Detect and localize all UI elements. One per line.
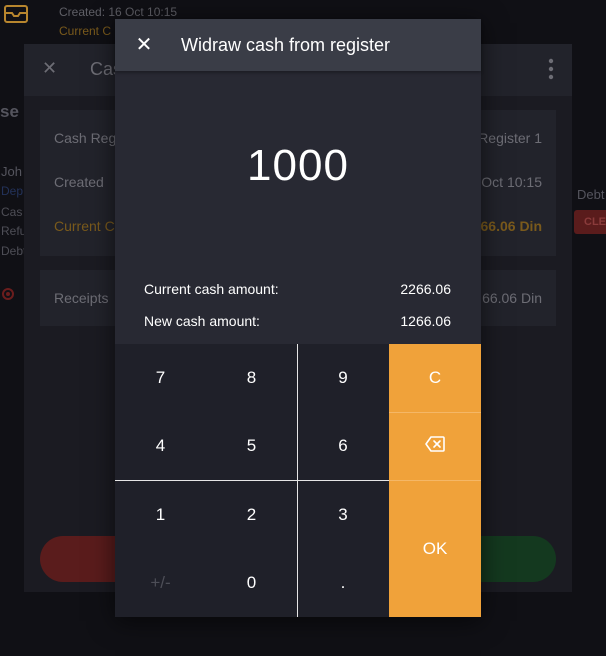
key-8[interactable]: 8 <box>206 344 297 412</box>
bg-left-name: Joh <box>1 164 22 179</box>
key-divider <box>389 480 481 481</box>
bg-debt-label: Debt <box>577 187 605 202</box>
key-divider <box>389 412 481 413</box>
dialog-header: ✕ Widraw cash from register <box>115 19 481 71</box>
bg-left-debt: Debt <box>1 244 27 258</box>
bg-row-value: 66.06 Din <box>480 218 542 234</box>
bg-radio-button <box>2 288 14 300</box>
withdraw-cash-dialog: ✕ Widraw cash from register 1000 Current… <box>115 19 481 617</box>
bg-row-value: Oct 10:15 <box>481 174 542 190</box>
key-2[interactable]: 2 <box>206 481 297 549</box>
backspace-button[interactable] <box>389 412 481 480</box>
bg-close-icon: ✕ <box>42 58 58 78</box>
bg-left-cas: Cas <box>1 205 23 219</box>
keypad-divider-horizontal <box>115 480 389 481</box>
bg-current-text: Current C <box>59 24 112 38</box>
new-cash-label: New cash amount: <box>144 313 260 329</box>
current-cash-label: Current cash amount: <box>144 281 279 297</box>
bg-created-text: Created: 16 Oct 10:15 <box>59 5 178 19</box>
bg-section-title: se <box>0 102 19 121</box>
key-9[interactable]: 9 <box>297 344 389 412</box>
key-6[interactable]: 6 <box>297 412 389 480</box>
numeric-keypad: 7 8 9 C 4 5 6 1 2 3 +/- 0 . OK <box>115 344 481 617</box>
key-0[interactable]: 0 <box>206 549 297 617</box>
close-icon[interactable]: ✕ <box>133 34 155 56</box>
cash-register-icon <box>2 2 30 24</box>
bg-left-dep: Dep <box>1 184 24 198</box>
key-1[interactable]: 1 <box>115 481 206 549</box>
more-vertical-icon <box>548 58 554 80</box>
plus-minus-key: +/- <box>150 573 171 592</box>
key-7[interactable]: 7 <box>115 344 206 412</box>
bg-row-label: Cash Reg <box>54 130 117 146</box>
bg-left-refu: Refu <box>1 224 27 238</box>
dialog-title: Widraw cash from register <box>181 35 391 55</box>
ok-button[interactable]: OK <box>389 480 481 617</box>
bg-row-value: Register 1 <box>478 130 542 146</box>
key-5[interactable]: 5 <box>206 412 297 480</box>
backspace-icon <box>425 435 445 457</box>
bg-row-label: Current C <box>54 218 115 234</box>
new-cash-value: 1266.06 <box>400 313 451 329</box>
bg-receipts-label: Receipts <box>54 290 109 306</box>
bg-clear-button: CLE <box>574 210 606 234</box>
bg-receipts-value: 66.06 Din <box>482 290 542 306</box>
amount-display: 1000 <box>247 141 349 190</box>
bg-row-label: Created <box>54 174 104 190</box>
key-3[interactable]: 3 <box>297 481 389 549</box>
key-4[interactable]: 4 <box>115 412 206 480</box>
clear-button[interactable]: C <box>389 344 481 412</box>
decimal-key[interactable]: . <box>297 549 389 617</box>
current-cash-value: 2266.06 <box>400 281 451 297</box>
